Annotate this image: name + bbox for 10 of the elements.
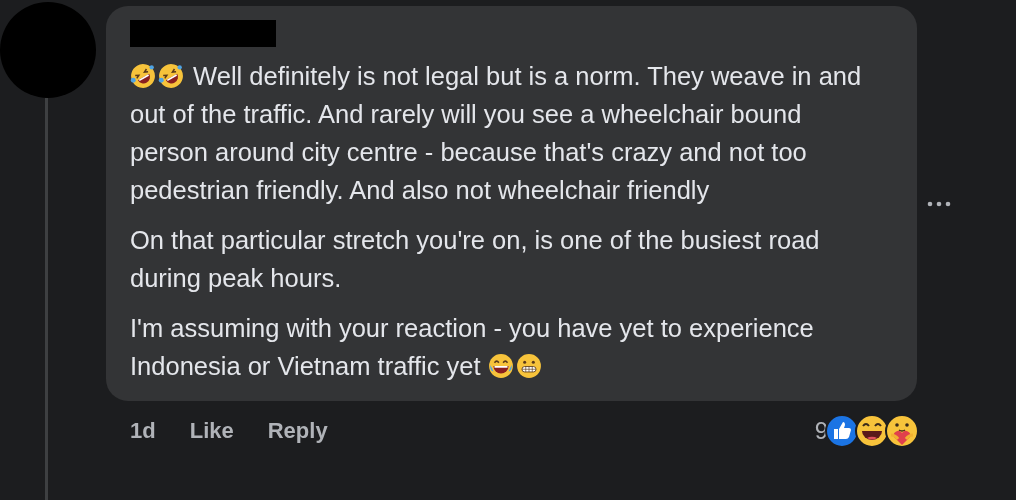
comment-time[interactable]: 1d xyxy=(130,418,156,444)
like-link[interactable]: Like xyxy=(189,418,234,444)
grimacing-face-icon xyxy=(515,353,542,379)
comment-text: I'm assuming with your reaction - you have yet to experience Indonesia or Vietnam traffic yet xyxy=(130,313,815,382)
comment-text: On that particular stretch you're on, is one of the busiest road during peak hours. xyxy=(130,225,821,294)
comment-text: Well definitely is not legal but is a norm. They weave in and out of the traffic. And rarely will you see a wheelchair bound person around city centre - because that's crazy and not too pedestrian friendly. And also not wheelchair friendly xyxy=(130,61,863,206)
rolling-laughing-icon xyxy=(130,63,156,89)
crying-laughing-icon xyxy=(487,353,514,379)
reply-link[interactable]: Reply xyxy=(267,418,328,444)
rolling-laughing-icon xyxy=(158,63,184,89)
